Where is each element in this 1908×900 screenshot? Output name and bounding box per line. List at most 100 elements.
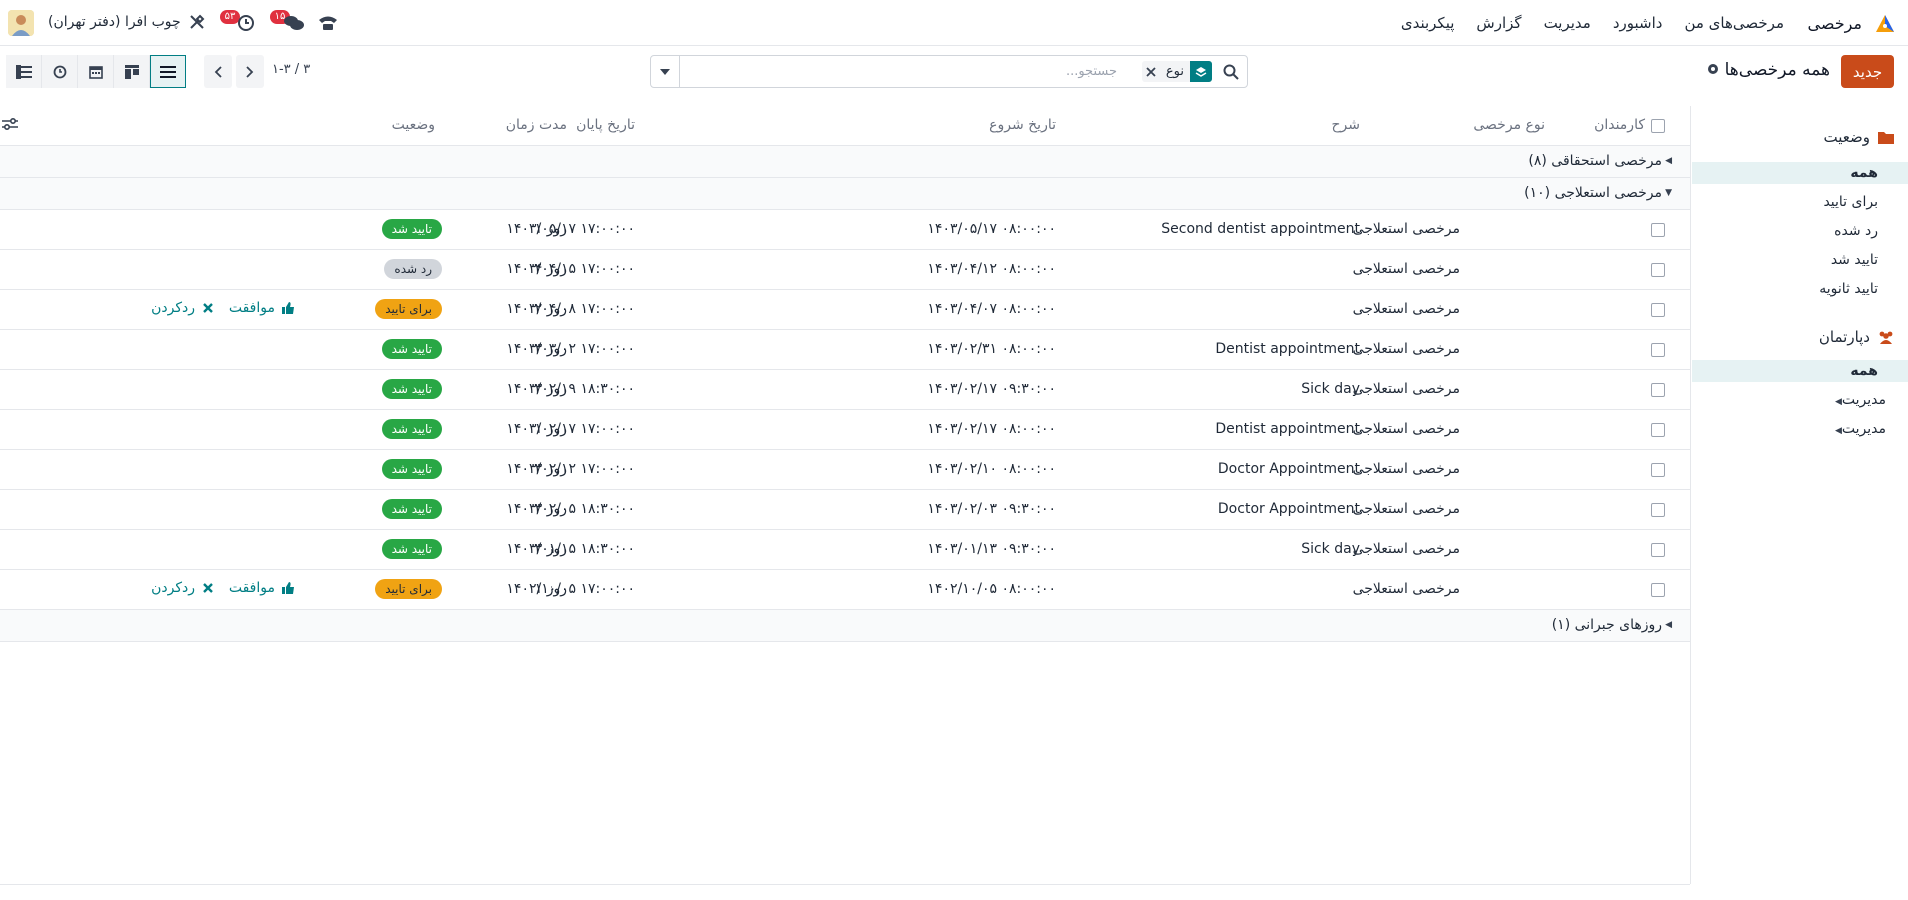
col-status[interactable]: وضعیت [392,117,435,133]
cell-leave-type: مرخصی استعلاجی [1352,341,1460,357]
kanban-view-icon[interactable] [114,55,150,88]
calendar-view-icon[interactable] [78,55,114,88]
col-start-date[interactable]: تاریخ شروع [989,117,1056,133]
cell-duration: ۳ روز [534,381,567,397]
breadcrumb-title: همه مرخصی‌ها [1724,60,1830,80]
table-row[interactable]: مرخصی استعلاجی ۱۴۰۳/۰۴/۱۲ ۰۸:۰۰:۰۰ ۱۴۰۳/۰۴… [0,250,1690,290]
cell-description: Doctor Appointment [1217,461,1360,477]
caret-left-icon: ◀ [1834,397,1842,407]
row-checkbox[interactable] [1651,463,1665,477]
table-row[interactable]: مرخصی استعلاجی ۱۴۰۲/۱۰/۰۵ ۰۸:۰۰:۰۰ ۱۴۰۲/۱۰… [0,570,1690,610]
search-icon[interactable] [1223,64,1239,80]
tools-icon[interactable] [188,13,206,31]
company-switcher[interactable]: چوب افرا (دفتر تهران) [48,14,181,30]
col-end-date[interactable]: تاریخ پایان [576,117,635,133]
menu-my-leaves[interactable]: مرخصی‌های من [1684,14,1784,32]
cell-end-date: ۱۴۰۳/۰۳/۰۲ ۱۷:۰۰:۰۰ [506,341,635,357]
status-refused[interactable]: رد شده [1692,220,1908,242]
activity-view-icon[interactable] [6,55,42,88]
menu-configuration[interactable]: پیکربندی [1401,14,1455,32]
table-row[interactable]: مرخصی استعلاجی Sick day ۱۴۰۳/۰۲/۱۷ ۰۹:۳۰:۰… [0,370,1690,410]
approve-button[interactable]: موافقت [229,580,295,596]
row-checkbox[interactable] [1651,303,1665,317]
status-approved[interactable]: تایید شد [1692,249,1908,271]
facet-remove-icon[interactable] [1142,61,1160,82]
cell-leave-type: مرخصی استعلاجی [1352,261,1460,277]
table-row[interactable]: مرخصی استعلاجی Dentist appointment ۱۴۰۳/۰۲… [0,330,1690,370]
view-switcher [6,55,186,88]
status-all[interactable]: همه [1692,162,1908,184]
cell-start-date: ۱۴۰۳/۰۵/۱۷ ۰۸:۰۰:۰۰ [927,221,1056,237]
row-checkbox[interactable] [1651,343,1665,357]
cell-duration: ۳ روز [534,501,567,517]
caret-down-icon: ▼ [1665,188,1672,198]
menu-management[interactable]: مدیریت [1544,14,1591,32]
optional-columns-icon[interactable] [2,116,18,132]
table-row[interactable]: مرخصی استعلاجی Sick day ۱۴۰۳/۰۱/۱۳ ۰۹:۳۰:۰… [0,530,1690,570]
row-checkbox[interactable] [1651,503,1665,517]
pager-value[interactable]: ۱-۳ / ۳ [272,62,310,77]
cell-start-date: ۱۴۰۳/۰۱/۱۳ ۰۹:۳۰:۰۰ [927,541,1056,557]
gear-icon[interactable] [1706,62,1720,76]
new-button[interactable]: جدید [1841,55,1894,88]
table-row[interactable]: مرخصی استعلاجی Second dentist appointment… [0,210,1690,250]
menu-dashboard[interactable]: داشبورد [1613,14,1663,32]
col-employees[interactable]: کارمندان [1594,117,1645,133]
cell-description: Sick day [1301,381,1360,397]
cell-leave-type: مرخصی استعلاجی [1352,381,1460,397]
cell-start-date: ۱۴۰۲/۱۰/۰۵ ۰۸:۰۰:۰۰ [927,581,1056,597]
status-badge: برای تایید [375,579,442,599]
col-duration[interactable]: مدت زمان [506,117,567,133]
col-description[interactable]: شرح [1332,117,1361,133]
approve-button[interactable]: موافقت [229,300,295,316]
caret-left-icon: ◀ [1665,620,1672,630]
table-row[interactable]: مرخصی استعلاجی Dentist appointment ۱۴۰۳/۰۲… [0,410,1690,450]
status-to-approve[interactable]: برای تایید [1692,191,1908,213]
department-management-1[interactable]: ◀مدیریت [1692,389,1908,411]
table-row[interactable]: مرخصی استعلاجی Doctor Appointment ۱۴۰۳/۰۲/… [0,450,1690,490]
cell-end-date: ۱۴۰۳/۰۴/۱۵ ۱۷:۰۰:۰۰ [506,261,635,277]
list-view-icon[interactable] [150,55,186,88]
cell-leave-type: مرخصی استعلاجی [1352,421,1460,437]
cell-duration: ۴ روز [534,261,567,277]
cell-leave-type: مرخصی استعلاجی [1352,221,1460,237]
group-row[interactable]: ◀ روزهای جبرانی (۱) [0,610,1690,642]
status-badge: تایید شد [381,499,442,519]
status-second-approval[interactable]: تایید ثانویه [1692,278,1908,300]
row-checkbox[interactable] [1651,263,1665,277]
col-leave-type[interactable]: نوع مرخصی [1473,117,1545,133]
pager-previous-button[interactable] [204,55,232,88]
search-input[interactable] [683,60,1117,83]
app-name[interactable]: مرخصی [1808,14,1863,33]
status-section-title: وضعیت [1824,128,1894,146]
cell-end-date: ۱۴۰۳/۰۴/۰۸ ۱۷:۰۰:۰۰ [506,301,635,317]
status-badge: رد شده [384,259,442,279]
app-logo-icon[interactable] [1874,12,1896,34]
list-bottom-border [0,884,1690,885]
user-avatar[interactable] [8,10,34,36]
select-all-checkbox[interactable] [1651,119,1665,133]
row-checkbox[interactable] [1651,543,1665,557]
table-row[interactable]: مرخصی استعلاجی ۱۴۰۳/۰۴/۰۷ ۰۸:۰۰:۰۰ ۱۴۰۳/۰۴… [0,290,1690,330]
department-management-2[interactable]: ◀مدیریت [1692,418,1908,440]
refuse-button[interactable]: ردکردن [151,300,215,316]
search-options-toggle[interactable] [651,56,680,87]
table-row[interactable]: مرخصی استعلاجی Doctor Appointment ۱۴۰۳/۰۲/… [0,490,1690,530]
menu-reporting[interactable]: گزارش [1476,14,1521,32]
cell-leave-type: مرخصی استعلاجی [1352,581,1460,597]
row-checkbox[interactable] [1651,423,1665,437]
phone-icon[interactable] [318,14,338,32]
messages-icon[interactable] [283,14,305,32]
group-row[interactable]: ▼ مرخصی استعلاجی (۱۰) [0,178,1690,210]
row-checkbox[interactable] [1651,583,1665,597]
row-checkbox[interactable] [1651,223,1665,237]
pager-next-button[interactable] [236,55,264,88]
group-row[interactable]: ◀ مرخصی استحقاقی (۸) [0,146,1690,178]
clock-view-icon[interactable] [42,55,78,88]
refuse-button[interactable]: ردکردن [151,580,215,596]
cell-duration: ۳ روز [534,341,567,357]
department-all[interactable]: همه [1692,360,1908,382]
activity-clock-icon[interactable] [237,14,255,32]
cell-duration: ۱ روز [534,581,567,597]
row-checkbox[interactable] [1651,383,1665,397]
